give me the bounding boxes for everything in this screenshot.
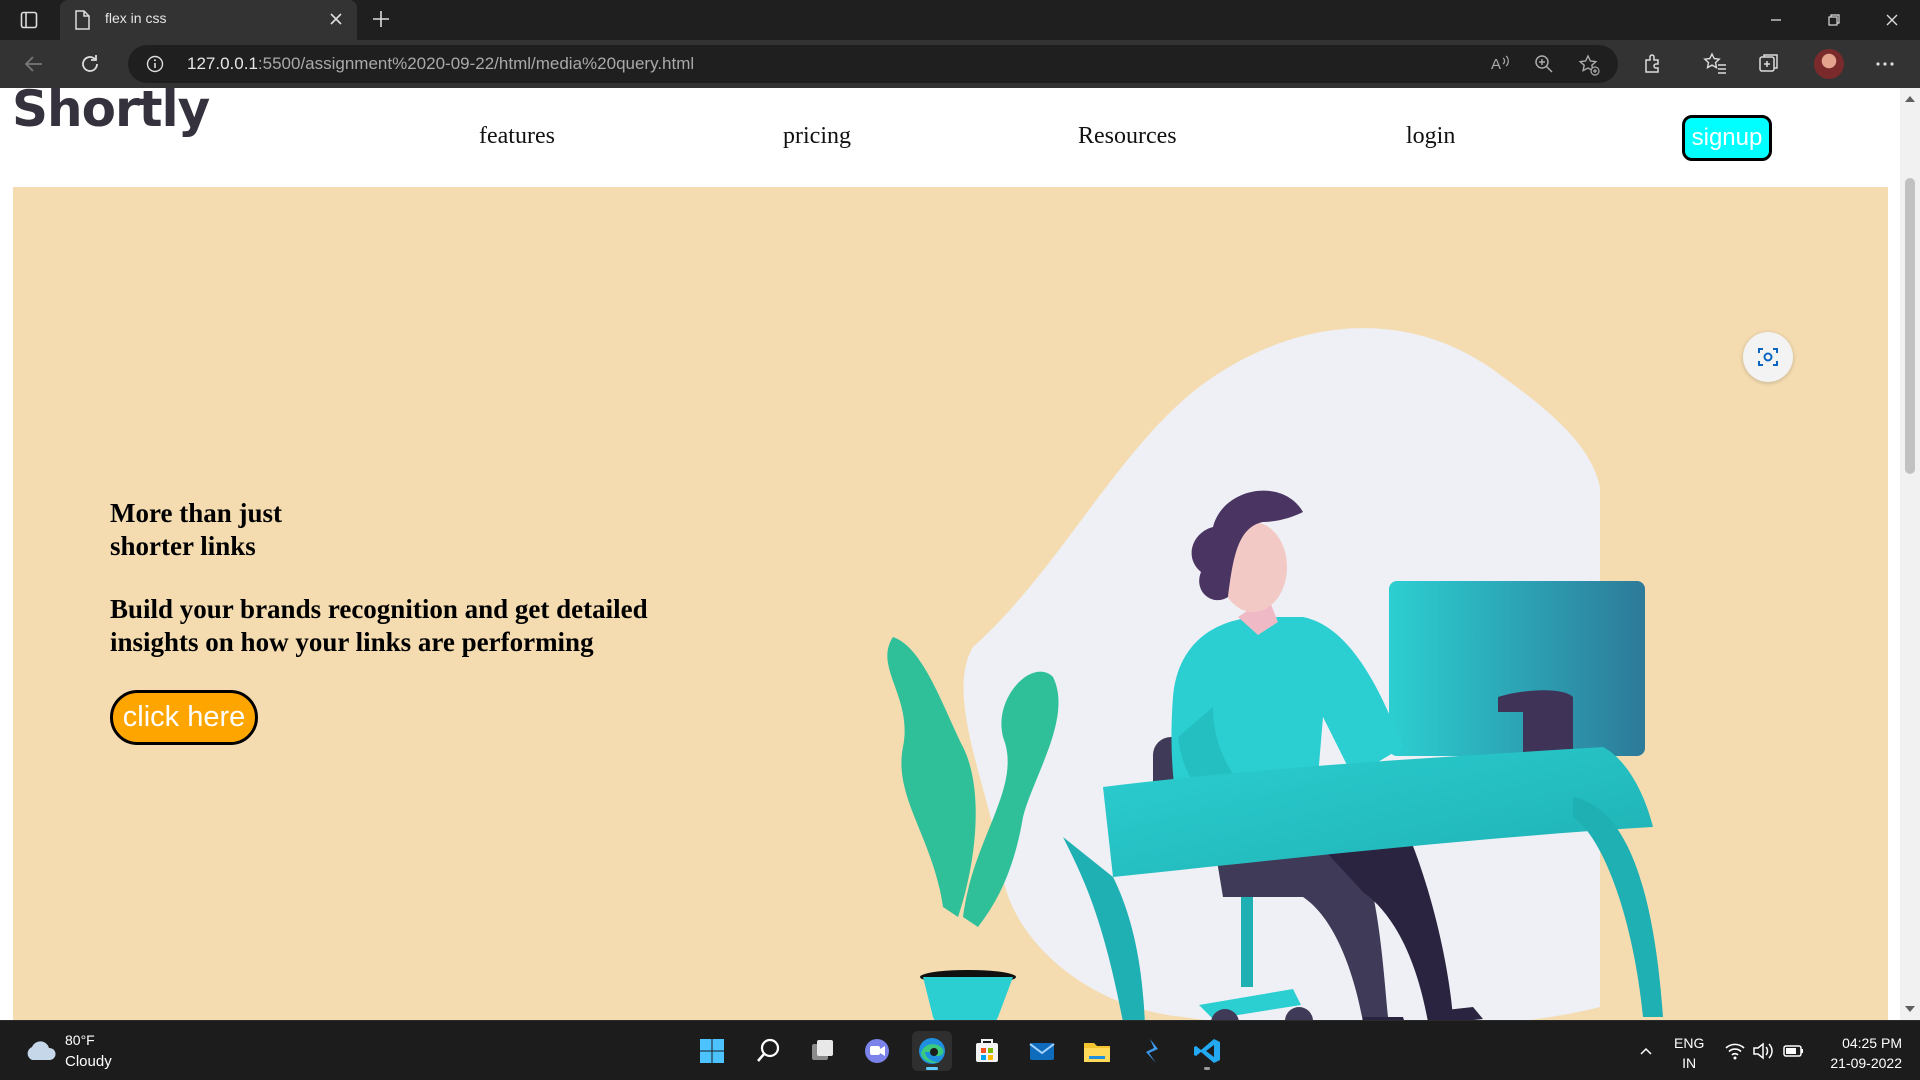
browser-toolbar: 127.0.0.1:5500/assignment%2020-09-22/htm… bbox=[0, 40, 1920, 88]
browser-tab[interactable]: flex in css bbox=[60, 0, 357, 40]
plant-pot bbox=[923, 977, 1013, 1020]
nav-resources[interactable]: Resources bbox=[1078, 123, 1177, 150]
add-favorite-icon[interactable] bbox=[1578, 54, 1600, 76]
back-icon[interactable] bbox=[22, 52, 46, 76]
hero-illustration bbox=[887, 328, 1663, 1020]
vscode-button[interactable] bbox=[1187, 1031, 1227, 1071]
svg-text:A: A bbox=[1491, 56, 1501, 73]
file-explorer-button[interactable] bbox=[1077, 1031, 1117, 1071]
mail-button[interactable] bbox=[1022, 1031, 1062, 1071]
minimize-icon[interactable] bbox=[1766, 10, 1786, 30]
visual-studio-installer-button[interactable] bbox=[1132, 1031, 1172, 1071]
tab-actions-icon[interactable] bbox=[20, 11, 38, 29]
running-app-indicator bbox=[1204, 1067, 1210, 1070]
monitor-screen bbox=[1389, 581, 1645, 756]
click-here-button[interactable]: click here bbox=[110, 690, 258, 745]
scroll-thumb[interactable] bbox=[1905, 178, 1915, 474]
site-logo[interactable]: Shortly bbox=[12, 88, 210, 138]
hero-heading: More than just shorter links bbox=[110, 498, 282, 561]
hero-section: More than just shorter links Build your … bbox=[13, 187, 1888, 1020]
chat-icon bbox=[865, 1039, 889, 1063]
search-icon bbox=[757, 1038, 780, 1062]
store-icon bbox=[976, 1039, 998, 1062]
refresh-icon[interactable] bbox=[78, 52, 102, 76]
restore-icon[interactable] bbox=[1824, 10, 1844, 30]
hero-subheading: Build your brands recognition and get de… bbox=[110, 594, 648, 657]
close-tab-icon[interactable] bbox=[327, 10, 345, 28]
page-icon bbox=[75, 10, 90, 30]
folder-icon bbox=[1084, 1043, 1110, 1062]
vscode-icon bbox=[1194, 1039, 1220, 1063]
scroll-up-arrow[interactable] bbox=[1905, 96, 1915, 102]
extensions-icon[interactable] bbox=[1642, 52, 1664, 74]
battery-icon[interactable] bbox=[1782, 1041, 1806, 1061]
edge-icon bbox=[919, 1038, 945, 1064]
url-path: :5500/assignment%2020-09-22/html/media%2… bbox=[257, 54, 695, 73]
address-bar[interactable]: 127.0.0.1:5500/assignment%2020-09-22/htm… bbox=[128, 45, 1618, 83]
page-scrollbar[interactable] bbox=[1900, 88, 1920, 1020]
edge-taskbar-button[interactable] bbox=[912, 1031, 952, 1071]
close-window-icon[interactable] bbox=[1882, 10, 1902, 30]
wifi-icon[interactable] bbox=[1724, 1041, 1746, 1061]
visual-search-icon bbox=[1758, 348, 1778, 366]
weather-temperature[interactable]: 80°F bbox=[65, 1032, 95, 1048]
windows-icon bbox=[700, 1039, 724, 1063]
lang-code: ENG bbox=[1674, 1035, 1705, 1051]
vs-installer-icon bbox=[1146, 1039, 1158, 1063]
new-tab-icon[interactable] bbox=[370, 8, 392, 30]
url-text[interactable]: 127.0.0.1:5500/assignment%2020-09-22/htm… bbox=[187, 54, 694, 74]
show-hidden-icons-chevron-icon[interactable] bbox=[1638, 1043, 1654, 1059]
teams-chat-button[interactable] bbox=[857, 1031, 897, 1071]
tab-title: flex in css bbox=[105, 10, 167, 26]
input-language[interactable]: ENG IN bbox=[1674, 1033, 1704, 1073]
read-aloud-icon[interactable]: A bbox=[1490, 54, 1512, 74]
page-viewport: Shortly features pricing Resources login… bbox=[0, 88, 1900, 1020]
favorites-icon[interactable] bbox=[1703, 52, 1727, 74]
plant-leaf bbox=[887, 637, 976, 917]
profile-avatar[interactable] bbox=[1814, 49, 1844, 79]
taskbar-search[interactable] bbox=[748, 1031, 788, 1071]
volume-icon[interactable] bbox=[1752, 1041, 1774, 1061]
system-clock[interactable]: 04:25 PM 21-09-2022 bbox=[1820, 1033, 1902, 1073]
visual-search-button[interactable] bbox=[1743, 332, 1793, 382]
task-view-button[interactable] bbox=[803, 1031, 843, 1071]
lang-region: IN bbox=[1682, 1055, 1697, 1071]
cloudy-weather-icon[interactable] bbox=[24, 1038, 58, 1062]
nav-login[interactable]: login bbox=[1406, 123, 1455, 150]
start-button[interactable] bbox=[692, 1031, 732, 1071]
browser-titlebar: flex in css bbox=[0, 0, 1920, 40]
scroll-down-arrow[interactable] bbox=[1905, 1006, 1915, 1012]
site-info-icon[interactable] bbox=[146, 55, 164, 73]
nav-features[interactable]: features bbox=[479, 123, 555, 150]
clock-date: 21-09-2022 bbox=[1830, 1055, 1902, 1071]
more-menu-icon[interactable] bbox=[1874, 53, 1896, 75]
url-host: 127.0.0.1 bbox=[187, 54, 258, 73]
zoom-icon[interactable] bbox=[1534, 54, 1554, 74]
weather-condition[interactable]: Cloudy bbox=[65, 1053, 112, 1070]
task-view-icon bbox=[812, 1040, 833, 1060]
taskbar: 80°F Cloudy ENG IN 04:25 PM 21-09-2022 bbox=[0, 1020, 1920, 1080]
active-app-indicator bbox=[926, 1067, 938, 1070]
signup-button[interactable]: signup bbox=[1682, 115, 1772, 161]
nav-pricing[interactable]: pricing bbox=[783, 123, 851, 150]
clock-time: 04:25 PM bbox=[1842, 1035, 1902, 1051]
collections-icon[interactable] bbox=[1758, 52, 1780, 74]
store-button[interactable] bbox=[967, 1031, 1007, 1071]
mail-icon bbox=[1029, 1043, 1055, 1060]
